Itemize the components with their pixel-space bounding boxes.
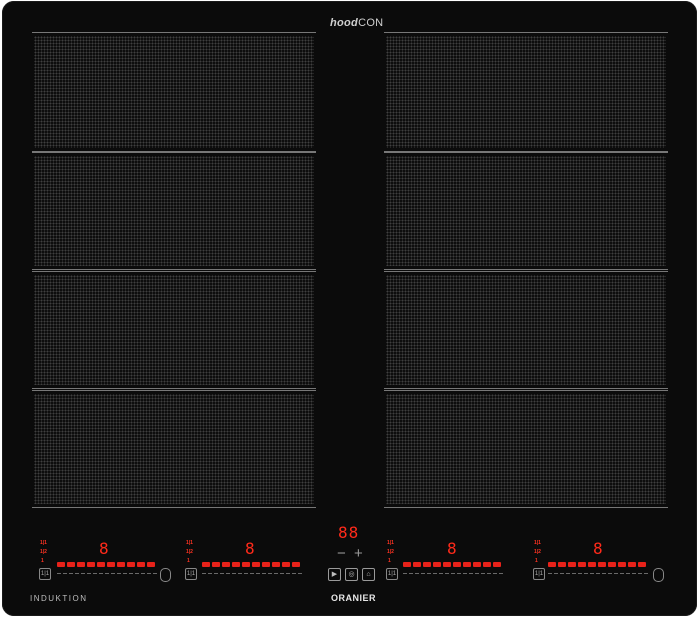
slider-track-dots — [57, 572, 157, 575]
power-level-bars — [548, 562, 646, 568]
power-slider-3[interactable] — [403, 562, 505, 576]
slider-track-dots — [403, 572, 503, 575]
cooking-zone-left-1 — [32, 32, 316, 152]
zone-display-3: 8 — [447, 539, 458, 558]
level-mark-3: 1 — [535, 558, 538, 564]
zone-display-1: 8 — [99, 539, 110, 558]
boost-button[interactable]: 1|1 — [386, 568, 398, 580]
timer-plus-button[interactable]: + — [354, 546, 363, 561]
power-level-bars — [403, 562, 501, 568]
level-mark-3: 1 — [187, 558, 190, 564]
power-slider-2[interactable] — [202, 562, 304, 576]
slider-track-dots — [202, 572, 302, 575]
induction-label: INDUKTION — [30, 594, 88, 603]
thermometer-icon[interactable] — [653, 568, 664, 582]
level-mark-3: 1 — [388, 558, 391, 564]
cooking-zone-left-4 — [32, 390, 316, 508]
cooking-zone-left-2 — [32, 152, 316, 270]
thermometer-icon[interactable] — [160, 568, 171, 582]
level-mark-1: 1|1 — [387, 540, 394, 546]
cooking-zone-right-4 — [384, 390, 668, 508]
timer-display: 88 — [338, 523, 360, 542]
timer-minus-button[interactable]: − — [337, 546, 346, 561]
boost-button[interactable]: 1|1 — [39, 568, 51, 580]
level-mark-2: 1|2 — [387, 549, 394, 555]
power-slider-4[interactable] — [548, 562, 650, 576]
hoodcon-logo: hoodCON — [330, 17, 384, 29]
power-level-bars — [202, 562, 300, 568]
level-mark-3: 1 — [41, 558, 44, 564]
level-mark-2: 1|2 — [186, 549, 193, 555]
boost-button[interactable]: 1|1 — [185, 568, 197, 580]
zone-display-2: 8 — [245, 539, 256, 558]
play-button[interactable]: ▶ — [328, 568, 341, 581]
brand-logo: ORANIER — [331, 593, 377, 603]
zone-display-4: 8 — [593, 539, 604, 558]
boost-button[interactable]: 1|1 — [533, 568, 545, 580]
slider-track-dots — [548, 572, 648, 575]
level-mark-1: 1|1 — [534, 540, 541, 546]
pause-button[interactable]: ◎ — [345, 568, 358, 581]
cooktop-glass: hoodCON 88 − + 1|1 1|2 1 1|1 8 1|1 1|2 1… — [2, 1, 697, 616]
level-mark-1: 1|1 — [186, 540, 193, 546]
level-mark-1: 1|1 — [40, 540, 47, 546]
hood-control-button[interactable]: ⌂ — [362, 568, 375, 581]
cooking-zone-right-3 — [384, 271, 668, 389]
level-mark-2: 1|2 — [534, 549, 541, 555]
level-mark-2: 1|2 — [40, 549, 47, 555]
cooking-zone-left-3 — [32, 271, 316, 389]
power-level-bars — [57, 562, 155, 568]
cooking-zone-right-1 — [384, 32, 668, 152]
cooking-zone-right-2 — [384, 152, 668, 270]
power-slider-1[interactable] — [57, 562, 159, 576]
